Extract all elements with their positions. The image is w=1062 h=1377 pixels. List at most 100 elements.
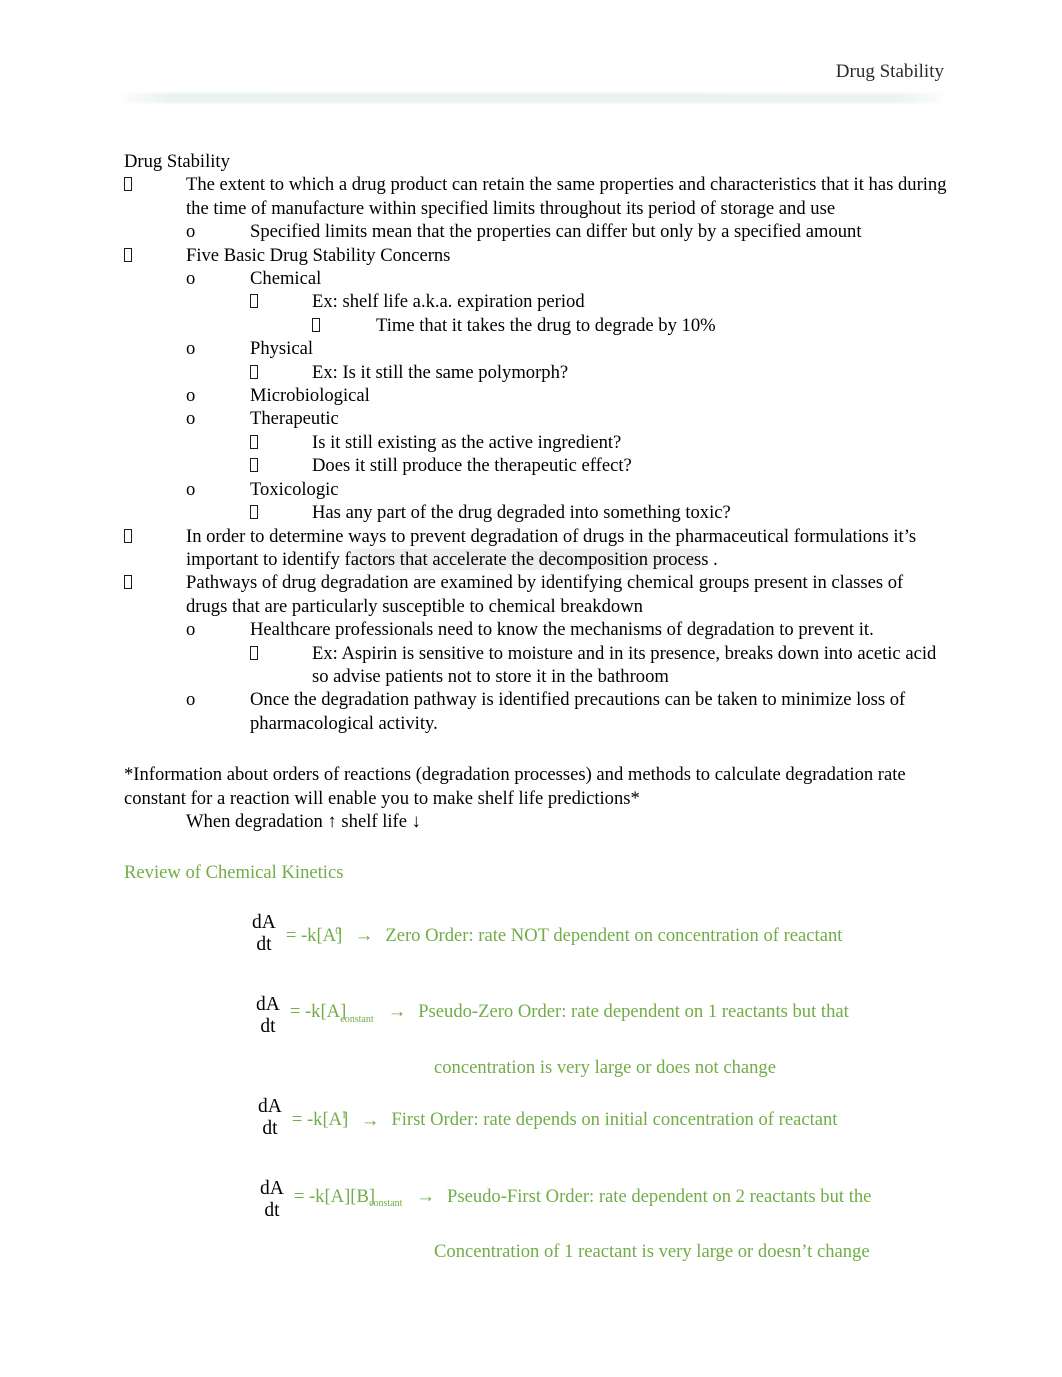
equation-description-continuation: Concentration of 1 reactant is very larg… — [434, 1241, 870, 1263]
section-heading-chemical-kinetics: Review of Chemical Kinetics — [124, 862, 344, 884]
bullet-box-icon — [124, 173, 186, 196]
equation-group: dA dt = -k[A]0 → Zero Order: rate NOT depend… — [124, 907, 948, 961]
outline-item: o Specified limits mean that the properti… — [124, 220, 948, 243]
bullet-box-icon — [250, 501, 312, 524]
highlighted-text-run: factors that accelerate the decompositio… — [344, 548, 709, 570]
outline-item-label: The extent to which a drug product can r… — [186, 174, 947, 219]
outline-item-label: Toxicologic — [250, 478, 339, 500]
bullet-box-icon — [250, 454, 312, 477]
outline-item: Ex: Aspirin is sensitive to moisture and… — [124, 642, 948, 689]
outline-item: o Microbiological — [124, 384, 948, 407]
outline-text-run: . — [708, 548, 718, 570]
equation-group: dA dt = -k[A][B]constant → Pseudo-First Orde… — [124, 1173, 948, 1263]
bullet-o-marker: o — [186, 619, 196, 641]
outline-item: o Physical — [124, 337, 948, 360]
rate-law-expression: = -k[A][B] — [293, 1185, 376, 1207]
page-title: Drug Stability — [124, 151, 230, 172]
bullet-o-marker: o — [186, 268, 196, 290]
fraction-denominator: dt — [260, 1015, 276, 1037]
fraction-numerator: dA — [258, 1096, 282, 1118]
constant-subscript: constant — [369, 1198, 403, 1210]
right-arrow-icon: → — [387, 1001, 407, 1023]
outline-item: Time that it takes the drug to degrade b… — [124, 314, 948, 337]
derivative-fraction: dA dt — [253, 994, 283, 1038]
outline-item-label: Five Basic Drug Stability Concerns — [186, 244, 451, 266]
page-header: Drug Stability — [0, 0, 1062, 118]
fraction-denominator: dt — [262, 1118, 278, 1140]
outline-item: Is it still existing as the active ingre… — [124, 431, 948, 454]
equation-group: dA dt = -k[A]constant → Pseudo-Zero Order: r… — [124, 989, 948, 1079]
equation-expression: = -k[A][B]constant → Pseudo-First Order: r… — [284, 1185, 872, 1216]
equation-description: Zero Order: rate NOT dependent on concen… — [385, 925, 843, 947]
fraction-numerator: dA — [252, 911, 276, 933]
fraction-numerator: dA — [260, 1178, 284, 1200]
right-arrow-icon: → — [416, 1185, 435, 1207]
outline-item: Five Basic Drug Stability Concerns — [124, 244, 948, 267]
bullet-box-icon — [250, 458, 258, 473]
bullet-o-marker: o — [186, 408, 196, 430]
equation-expression: = -k[A]constant → Pseudo-Zero Order: rate … — [280, 1000, 849, 1031]
equation-row: dA dt = -k[A][B]constant → Pseudo-First Orde… — [124, 1173, 948, 1227]
outline-item: Pathways of drug degradation are examine… — [124, 571, 948, 618]
equation-description: Pseudo-Zero Order: rate dependent on 1 r… — [418, 1001, 849, 1023]
right-arrow-icon: → — [354, 925, 374, 947]
bullet-o-marker: o — [186, 385, 196, 407]
right-arrow-icon: → — [360, 1109, 380, 1131]
equation-expression: = -k[A]0 → Zero Order: rate NOT dependent … — [276, 920, 843, 948]
bullet-box-icon — [124, 525, 186, 548]
bullet-box-icon — [124, 247, 132, 262]
constant-subscript: constant — [340, 1013, 374, 1025]
bullet-box-icon — [312, 314, 376, 337]
derivative-fraction: dA dt — [249, 911, 279, 956]
bullet-box-icon — [124, 528, 132, 543]
bullet-box-icon — [250, 434, 258, 449]
equation-description-continuation: concentration is very large or does not … — [434, 1056, 776, 1078]
outline-item-label: Pathways of drug degradation are examine… — [186, 572, 904, 617]
note-paragraph: *Information about orders of reactions (… — [124, 764, 906, 809]
bullet-box-icon — [250, 645, 258, 660]
outline-item-label: Specified limits mean that the propertie… — [250, 221, 862, 243]
outline-item-label: Time that it takes the drug to degrade b… — [376, 314, 716, 336]
outline-item: o Once the degradation pathway is identif… — [124, 688, 948, 735]
bullet-box-icon — [250, 361, 312, 384]
outline-item: o Healthcare professionals need to know t… — [124, 618, 948, 641]
outline-item-label: Therapeutic — [250, 408, 339, 430]
fraction-denominator: dt — [256, 933, 272, 955]
equation-description: First Order: rate depends on initial con… — [391, 1109, 838, 1131]
outline-item-label: Ex: Aspirin is sensitive to moisture and… — [312, 642, 937, 687]
outline-item: Ex: shelf life a.k.a. expiration period — [124, 290, 948, 313]
outline-list: The extent to which a drug product can r… — [124, 173, 948, 735]
header-title: Drug Stability — [835, 61, 944, 82]
equation-row: dA dt = -k[A]1 → First Order: rate depends o… — [124, 1091, 948, 1145]
bullet-box-icon — [250, 431, 312, 454]
outline-item: o Therapeutic — [124, 407, 948, 430]
equation-row: dA dt = -k[A]0 → Zero Order: rate NOT depend… — [124, 907, 948, 961]
outline-item-label: Microbiological — [250, 385, 370, 407]
outline-item-label: Does it still produce the therapeutic ef… — [312, 455, 632, 477]
document-page: Drug Stability Drug Stability The extent… — [0, 0, 1062, 1377]
rate-law-expression: = -k[A] — [289, 1001, 347, 1023]
outline-item-label: In order to determine ways to prevent de… — [186, 525, 948, 572]
outline-item: In order to determine ways to prevent de… — [124, 525, 948, 572]
outline-item-label: Chemical — [250, 268, 322, 290]
outline-item: o Toxicologic — [124, 478, 948, 501]
rate-law-expression: = -k[A] — [285, 925, 343, 947]
fraction-denominator: dt — [264, 1200, 280, 1222]
outline-item-label: Healthcare professionals need to know th… — [250, 619, 874, 641]
derivative-fraction: dA dt — [255, 1096, 285, 1140]
bullet-o-marker: o — [186, 221, 196, 243]
rate-law-expression: = -k[A] — [291, 1109, 349, 1131]
bullet-box-icon — [124, 575, 132, 590]
outline-item: o Chemical — [124, 267, 948, 290]
outline-item-label: Ex: shelf life a.k.a. expiration period — [312, 291, 585, 313]
bullet-box-icon — [124, 244, 186, 267]
outline-item-label: Physical — [250, 338, 314, 360]
outline-item-label: Ex: Is it still the same polymorph? — [312, 361, 569, 383]
outline-item-label: Once the degradation pathway is identifi… — [250, 689, 906, 734]
bullet-o-marker: o — [186, 478, 196, 500]
equation-description: Pseudo-First Order: rate dependent on 2 … — [447, 1185, 872, 1207]
outline-item: Has any part of the drug degraded into s… — [124, 501, 948, 524]
bullet-box-icon — [250, 505, 258, 520]
